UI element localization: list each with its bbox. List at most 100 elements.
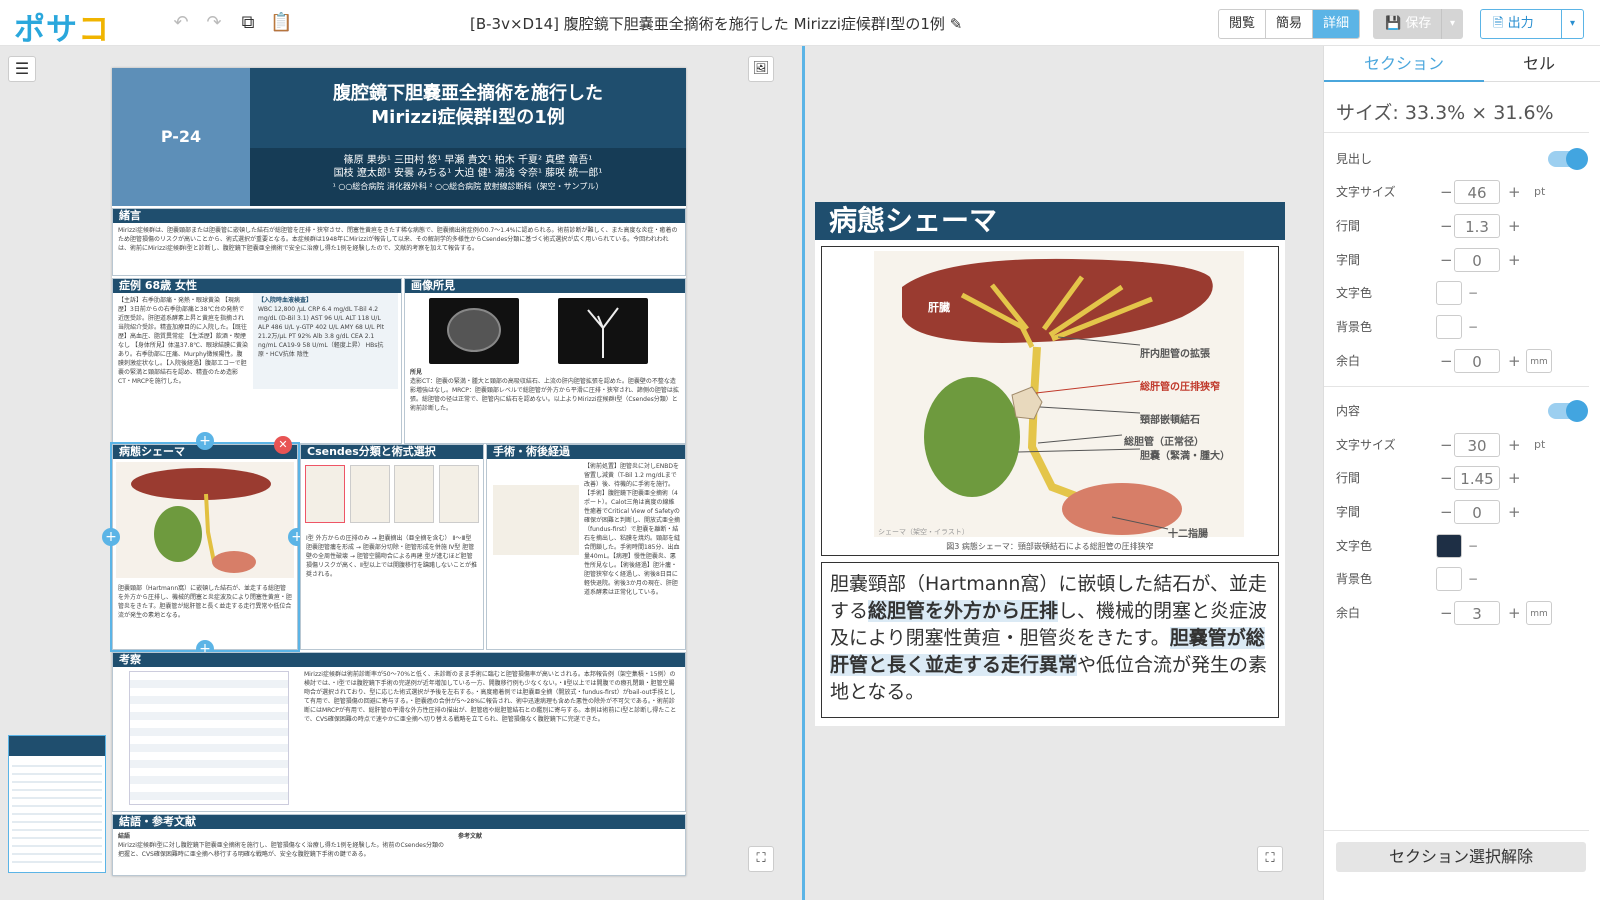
plus-icon[interactable]: + bbox=[1508, 466, 1521, 490]
section-surgery[interactable]: 手術・術後経過 【術前処置】胆管炎に対しENBDを留置し減黄（T-Bil 1.2… bbox=[486, 444, 686, 650]
conclusion-subheading: 結語 bbox=[118, 833, 131, 840]
heading-letter-spacing-row: 字間 −0 + bbox=[1336, 248, 1596, 272]
add-left-icon[interactable]: + bbox=[102, 528, 120, 546]
plus-icon[interactable]: + bbox=[1508, 180, 1521, 204]
poster-header[interactable]: P-24 腹腔鏡下胆嚢亜全摘術を施行した Mirizzi症候群Ⅰ型の1例 篠原 果… bbox=[112, 68, 686, 206]
image-icon[interactable]: 🖼 bbox=[748, 56, 774, 82]
minus-icon[interactable]: − bbox=[1440, 433, 1453, 457]
minus-icon[interactable]: − bbox=[1440, 349, 1453, 373]
label-liver: 肝臓 bbox=[928, 301, 950, 314]
section-heading: 考察 bbox=[113, 653, 685, 667]
poster-title: 腹腔鏡下胆嚢亜全摘術を施行した Mirizzi症候群Ⅰ型の1例 bbox=[333, 83, 603, 128]
save-button[interactable]: 💾 保存 ▾ bbox=[1373, 9, 1463, 39]
view-mode-simple[interactable]: 簡易 bbox=[1266, 10, 1314, 38]
label-gallbladder: 胆嚢（緊満・腫大） bbox=[1140, 451, 1230, 462]
content-font-size-input[interactable]: 30 bbox=[1454, 433, 1500, 457]
document-title[interactable]: [B-3v×D14] 腹腔鏡下胆嚢亜全摘術を施行した Mirizzi症候群Ⅰ型の… bbox=[470, 13, 1050, 34]
content-letter-spacing-row: 字間 −0 + bbox=[1336, 500, 1596, 524]
section-detail-card[interactable]: 病態シェーマ 肝臓 肝内胆管の拡張 総肝管の圧排狭窄 頸部嵌頓結石 総胆管（正常… bbox=[815, 202, 1285, 726]
fullscreen-icon[interactable]: ⛶ bbox=[748, 846, 774, 872]
sidebar-tabs: セクション セル bbox=[1324, 46, 1600, 82]
poster-canvas: P-24 腹腔鏡下胆嚢亜全摘術を施行した Mirizzi症候群Ⅰ型の1例 篠原 果… bbox=[102, 68, 686, 876]
plus-icon[interactable]: + bbox=[1508, 349, 1521, 373]
hamburger-menu-icon[interactable]: ☰ bbox=[8, 56, 36, 82]
minus-icon[interactable]: − bbox=[1440, 248, 1453, 272]
minus-icon[interactable]: − bbox=[1440, 601, 1453, 625]
edit-pencil-icon[interactable]: ✎ bbox=[950, 15, 963, 33]
section-heading: 画像所見 bbox=[405, 279, 685, 293]
plus-icon[interactable]: + bbox=[1508, 248, 1521, 272]
view-mode-detail[interactable]: 詳細 bbox=[1313, 10, 1360, 38]
save-dropdown-icon[interactable]: ▾ bbox=[1441, 9, 1463, 39]
ct-scan-image bbox=[429, 298, 519, 364]
heading-letter-spacing-input[interactable]: 0 bbox=[1454, 248, 1500, 272]
schema-figure[interactable]: 肝臓 肝内胆管の拡張 総肝管の圧排狭窄 頸部嵌頓結石 総胆管（正常径） 胆嚢（緊… bbox=[821, 246, 1279, 556]
content-letter-spacing-input[interactable]: 0 bbox=[1454, 500, 1500, 524]
page-thumbnail[interactable] bbox=[8, 735, 106, 873]
heading-font-size-row: 文字サイズ −46 + pt bbox=[1336, 180, 1596, 204]
heading-line-height-row: 行間 −1.3 + bbox=[1336, 214, 1596, 238]
content-margin-row: 余白 −3 + mm bbox=[1336, 601, 1596, 625]
heading-text-color-row: 文字色 − bbox=[1336, 281, 1596, 305]
section-intro[interactable]: 緒言 Mirizzi症候群は、胆嚢頸部または胆嚢管に嵌頓した結石が総胆管を圧排・… bbox=[112, 208, 686, 276]
tab-section[interactable]: セクション bbox=[1324, 46, 1484, 82]
minus-icon[interactable]: − bbox=[1440, 180, 1453, 204]
content-toggle[interactable] bbox=[1548, 400, 1588, 422]
add-above-icon[interactable]: + bbox=[196, 432, 214, 450]
section-schema-selected[interactable]: 病態シェーマ 胆嚢頸部（Hartmann窩）に嵌頓した結石が、並走する総胆管を外… bbox=[110, 442, 300, 652]
tab-cell[interactable]: セル bbox=[1484, 46, 1594, 82]
heading-margin-input[interactable]: 0 bbox=[1454, 349, 1500, 373]
export-button[interactable]: 🗎 出力 ▾ bbox=[1480, 9, 1584, 39]
clear-selection-button[interactable]: セクション選択解除 bbox=[1336, 842, 1586, 872]
references-heading: 参考文献 bbox=[458, 833, 483, 840]
redo-icon[interactable]: ↷ bbox=[203, 12, 225, 34]
clipboard-icon[interactable]: 📋 bbox=[270, 12, 292, 34]
section-case[interactable]: 症例 68歳 女性 【主訴】右季肋部痛・発熱・眼球黄染 【現病歴】3日前からの右… bbox=[112, 278, 402, 444]
section-detail-heading[interactable]: 病態シェーマ bbox=[815, 202, 1285, 240]
content-line-height-row: 行間 −1.45 + bbox=[1336, 466, 1596, 490]
properties-sidebar: セクション セル サイズ: 33.3% × 31.6% 見出し 文字サイズ −46… bbox=[1323, 46, 1600, 900]
heading-margin-unit[interactable]: mm bbox=[1526, 349, 1552, 373]
minus-icon[interactable]: − bbox=[1440, 500, 1453, 524]
section-heading: 手術・術後経過 bbox=[487, 445, 685, 459]
content-bg-color-swatch[interactable] bbox=[1436, 567, 1462, 591]
copy-icon[interactable]: ⧉ bbox=[237, 12, 259, 34]
poster-authors: 篠原 果歩¹ 三田村 悠¹ 早瀬 貴文¹ 柏木 千夏² 真壁 章吾¹ 国枝 遼太… bbox=[250, 148, 686, 206]
plus-icon[interactable]: + bbox=[1508, 601, 1521, 625]
section-discussion[interactable]: 考察 Mirizzi症候群は術前診断率が50〜70%と低く、未診断のまま手術に臨… bbox=[112, 652, 686, 812]
section-csendes[interactable]: Csendes分類と術式選択 Ⅰ型 外方からの圧排のみ → 胆嚢摘出（亜全摘を含… bbox=[300, 444, 484, 650]
plus-icon[interactable]: + bbox=[1508, 500, 1521, 524]
section-heading: 結語・参考文献 bbox=[113, 815, 685, 829]
surgery-figure bbox=[493, 485, 579, 555]
undo-icon[interactable]: ↶ bbox=[170, 12, 192, 34]
section-conclusion[interactable]: 結語・参考文献 結語 Mirizzi症候群Ⅰ型に対し腹腔鏡下胆嚢亜全摘術を施行し、… bbox=[112, 814, 686, 876]
plus-icon[interactable]: + bbox=[1508, 433, 1521, 457]
minus-icon[interactable]: − bbox=[1440, 466, 1453, 490]
figure-caption: 図3 病態シェーマ：頸部嵌頓結石による総胆管の圧排狭窄 bbox=[946, 542, 1154, 551]
view-mode-browse[interactable]: 閲覧 bbox=[1219, 10, 1267, 38]
plus-icon[interactable]: + bbox=[1508, 214, 1521, 238]
content-margin-input[interactable]: 3 bbox=[1454, 601, 1500, 625]
heading-bg-color-swatch[interactable] bbox=[1436, 315, 1462, 339]
section-detail-text[interactable]: 胆嚢頸部（Hartmann窩）に嵌頓した結石が、並走する総胆管を外方から圧排し、… bbox=[821, 562, 1279, 718]
export-dropdown-icon[interactable]: ▾ bbox=[1561, 10, 1583, 38]
heading-toggle[interactable] bbox=[1548, 148, 1588, 170]
app-logo[interactable]: ポサコ bbox=[14, 4, 110, 49]
fullscreen-icon[interactable]: ⛶ bbox=[1257, 846, 1283, 872]
content-margin-unit[interactable]: mm bbox=[1526, 601, 1552, 625]
content-text-color-swatch[interactable] bbox=[1436, 534, 1462, 558]
view-mode-switch[interactable]: 閲覧 簡易 詳細 bbox=[1218, 9, 1361, 39]
label-cbd-compression: 総肝管の圧排狭窄 bbox=[1140, 382, 1220, 393]
minus-icon[interactable]: − bbox=[1440, 214, 1453, 238]
heading-text-color-swatch[interactable] bbox=[1436, 281, 1462, 305]
heading-font-size-input[interactable]: 46 bbox=[1454, 180, 1500, 204]
heading-line-height-input[interactable]: 1.3 bbox=[1454, 214, 1500, 238]
section-body: Ⅰ型 外方からの圧排のみ → 胆嚢摘出（亜全摘を含む） Ⅱ〜Ⅲ型 胆嚢胆管瘻を形… bbox=[306, 535, 477, 578]
section-body: Mirizzi症候群は術前診断率が50〜70%と低く、未診断のまま手術に臨むと胆… bbox=[304, 671, 677, 723]
section-body: 【術前処置】胆管炎に対しENBDを留置し減黄（T-Bil 1.2 mg/dLまで… bbox=[584, 463, 681, 596]
content-line-height-input[interactable]: 1.45 bbox=[1454, 466, 1500, 490]
label-cbd-normal: 総胆管（正常径） bbox=[1124, 437, 1204, 448]
section-body: 造影CT：胆嚢の緊満・腫大と頸部の高吸収結石、上流の肝内胆管拡張を認めた。胆嚢壁… bbox=[410, 378, 679, 412]
delete-section-icon[interactable]: ✕ bbox=[274, 436, 292, 454]
section-imaging[interactable]: 画像所見 所見 造影CT：胆嚢の緊満・腫大と頸部の高吸収結石、上流の肝内胆管拡張を… bbox=[404, 278, 686, 444]
